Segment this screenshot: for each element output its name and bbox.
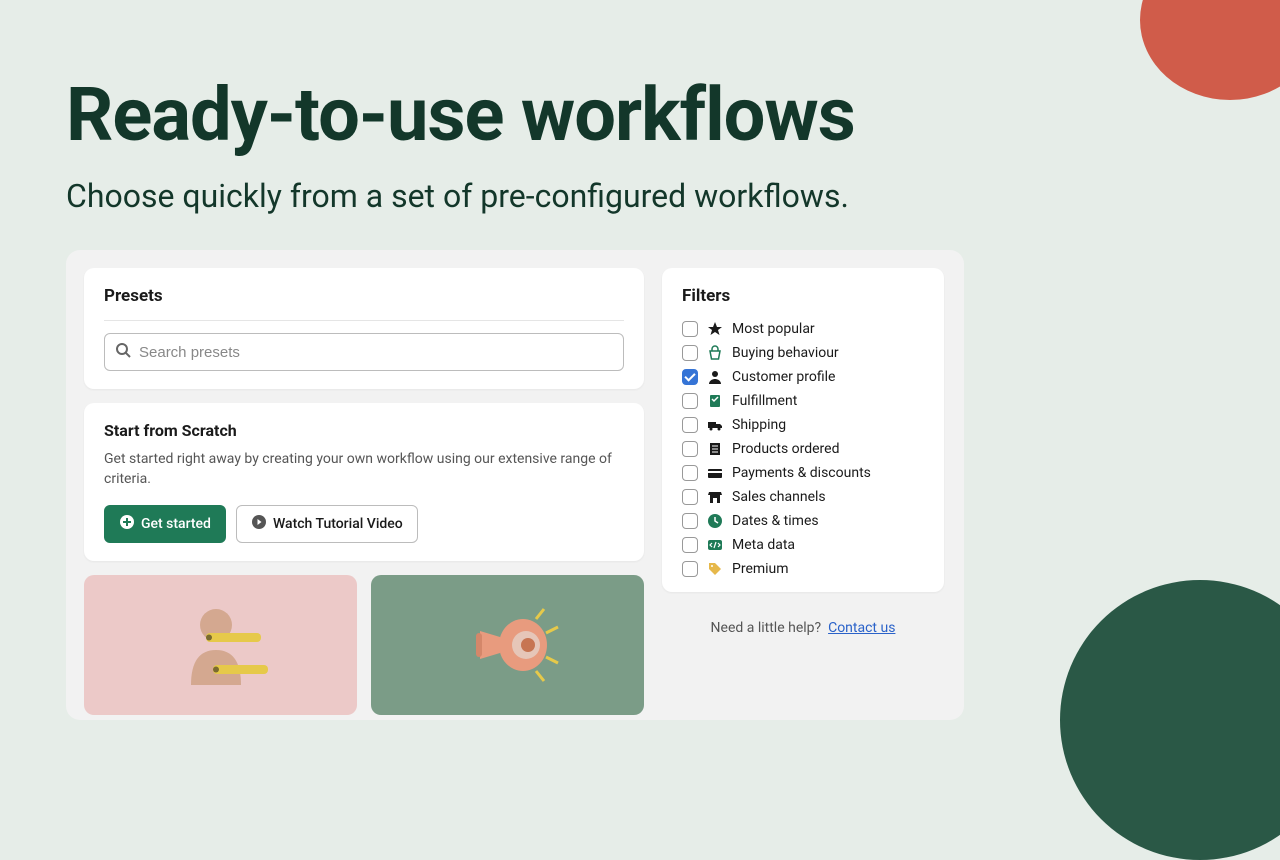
- filter-label: Premium: [732, 561, 789, 577]
- filter-item[interactable]: Premium: [682, 560, 924, 578]
- filter-label: Sales channels: [732, 489, 826, 505]
- page-title: Ready-to-use workflows: [0, 0, 1280, 159]
- scratch-description: Get started right away by creating your …: [104, 450, 624, 489]
- basket-icon: [706, 344, 724, 362]
- search-icon: [115, 342, 131, 362]
- filter-item[interactable]: Sales channels: [682, 488, 924, 506]
- filter-item[interactable]: Most popular: [682, 320, 924, 338]
- filter-checkbox[interactable]: [682, 417, 698, 433]
- filter-checkbox[interactable]: [682, 561, 698, 577]
- filters-card: Filters Most popular Buying behaviour Cust…: [662, 268, 944, 592]
- code-icon: [706, 536, 724, 554]
- filter-item[interactable]: Customer profile: [682, 368, 924, 386]
- preset-preview-customer[interactable]: [84, 575, 357, 715]
- filter-item[interactable]: Buying behaviour: [682, 344, 924, 362]
- filters-title: Filters: [682, 286, 924, 306]
- filter-item[interactable]: Payments & discounts: [682, 464, 924, 482]
- divider: [104, 320, 624, 321]
- filter-item[interactable]: Shipping: [682, 416, 924, 434]
- scratch-title: Start from Scratch: [104, 421, 624, 440]
- button-row: Get started Watch Tutorial Video: [104, 505, 624, 543]
- filter-checkbox[interactable]: [682, 489, 698, 505]
- preset-preview-marketing[interactable]: [371, 575, 644, 715]
- contact-us-link[interactable]: Contact us: [828, 620, 895, 636]
- person-icon: [706, 368, 724, 386]
- filter-checkbox[interactable]: [682, 441, 698, 457]
- get-started-button[interactable]: Get started: [104, 505, 226, 543]
- truck-icon: [706, 416, 724, 434]
- decorative-blob-bottom: [1060, 580, 1280, 860]
- start-from-scratch-card: Start from Scratch Get started right awa…: [84, 403, 644, 561]
- filter-checkbox[interactable]: [682, 369, 698, 385]
- filter-item[interactable]: Products ordered: [682, 440, 924, 458]
- filter-label: Most popular: [732, 321, 815, 337]
- filter-item[interactable]: Fulfillment: [682, 392, 924, 410]
- page-subtitle: Choose quickly from a set of pre-configu…: [0, 159, 1280, 215]
- filter-checkbox[interactable]: [682, 537, 698, 553]
- filter-list: Most popular Buying behaviour Customer pro…: [682, 320, 924, 578]
- watch-tutorial-label: Watch Tutorial Video: [273, 516, 403, 532]
- search-box[interactable]: [104, 333, 624, 371]
- help-label: Need a little help?: [711, 620, 822, 636]
- filter-checkbox[interactable]: [682, 513, 698, 529]
- filter-label: Payments & discounts: [732, 465, 871, 481]
- filter-item[interactable]: Dates & times: [682, 512, 924, 530]
- filter-label: Dates & times: [732, 513, 819, 529]
- plus-circle-icon: [119, 514, 135, 534]
- presets-title: Presets: [104, 286, 624, 306]
- star-icon: [706, 320, 724, 338]
- play-circle-icon: [251, 514, 267, 534]
- preset-preview-row: [84, 575, 946, 715]
- filter-label: Shipping: [732, 417, 786, 433]
- card-icon: [706, 464, 724, 482]
- clipboard-icon: [706, 392, 724, 410]
- watch-tutorial-button[interactable]: Watch Tutorial Video: [236, 505, 418, 543]
- filter-checkbox[interactable]: [682, 465, 698, 481]
- filter-checkbox[interactable]: [682, 345, 698, 361]
- store-icon: [706, 488, 724, 506]
- help-text: Need a little help? Contact us: [662, 620, 944, 636]
- megaphone-illustration: [448, 595, 568, 695]
- filter-label: Fulfillment: [732, 393, 797, 409]
- filter-checkbox[interactable]: [682, 393, 698, 409]
- person-illustration: [161, 595, 281, 695]
- presets-card: Presets: [84, 268, 644, 389]
- filter-label: Meta data: [732, 537, 795, 553]
- tag-icon: [706, 560, 724, 578]
- main-panel: Presets Start from Scratch Get started r…: [66, 250, 964, 720]
- filter-label: Products ordered: [732, 441, 840, 457]
- search-input[interactable]: [139, 344, 613, 361]
- receipt-icon: [706, 440, 724, 458]
- get-started-label: Get started: [141, 516, 211, 532]
- clock-icon: [706, 512, 724, 530]
- filter-checkbox[interactable]: [682, 321, 698, 337]
- filter-item[interactable]: Meta data: [682, 536, 924, 554]
- filter-label: Customer profile: [732, 369, 835, 385]
- filter-label: Buying behaviour: [732, 345, 839, 361]
